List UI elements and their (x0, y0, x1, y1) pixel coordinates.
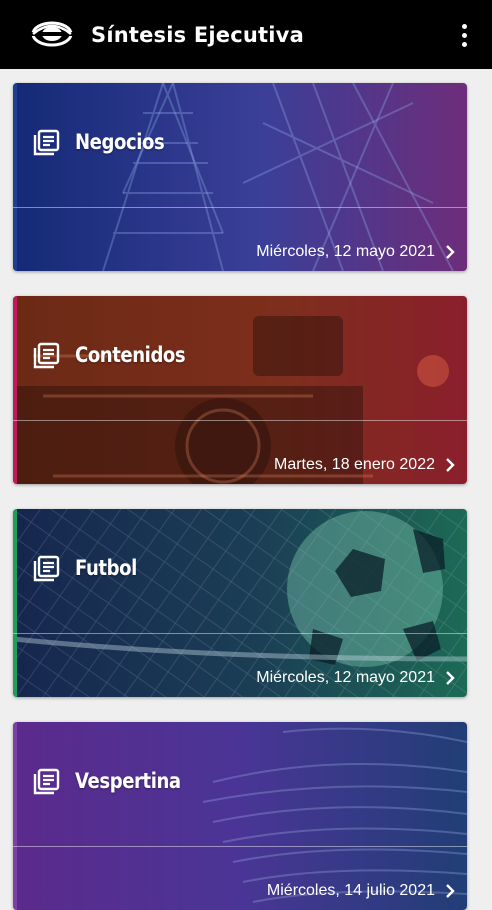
article-icon (33, 129, 60, 156)
article-icon (33, 768, 60, 795)
chevron-right-icon (446, 458, 455, 472)
card-date: Miércoles, 12 mayo 2021 (256, 243, 435, 260)
card-divider (13, 420, 467, 421)
card-title: Futbol (75, 556, 137, 580)
chevron-right-icon (446, 245, 455, 259)
card-divider (13, 207, 467, 208)
app-title: Síntesis Ejecutiva (91, 23, 304, 47)
article-icon (33, 555, 60, 582)
card-divider (13, 633, 467, 634)
chevron-right-icon (446, 671, 455, 685)
card-title: Vespertina (75, 769, 181, 793)
app-bar: Síntesis Ejecutiva (0, 0, 492, 69)
article-icon (33, 342, 60, 369)
card-accent (13, 722, 17, 910)
card-date: Miércoles, 12 mayo 2021 (256, 669, 435, 686)
card-accent (13, 296, 17, 484)
card-negocios[interactable]: Negocios Miércoles, 12 mayo 2021 (13, 83, 467, 271)
chevron-right-icon (446, 884, 455, 898)
televisa-eye-logo (31, 21, 73, 47)
card-accent (13, 83, 17, 271)
more-vert-icon[interactable] (452, 18, 476, 52)
card-title: Negocios (75, 130, 165, 154)
card-vespertina[interactable]: Vespertina Miércoles, 14 julio 2021 (13, 722, 467, 910)
card-contenidos[interactable]: Contenidos Martes, 18 enero 2022 (13, 296, 467, 484)
card-date: Miércoles, 14 julio 2021 (266, 882, 435, 899)
card-accent (13, 509, 17, 697)
card-title: Contenidos (75, 343, 186, 367)
card-divider (13, 846, 467, 847)
card-futbol[interactable]: Futbol Miércoles, 12 mayo 2021 (13, 509, 467, 697)
card-date: Martes, 18 enero 2022 (274, 456, 435, 473)
